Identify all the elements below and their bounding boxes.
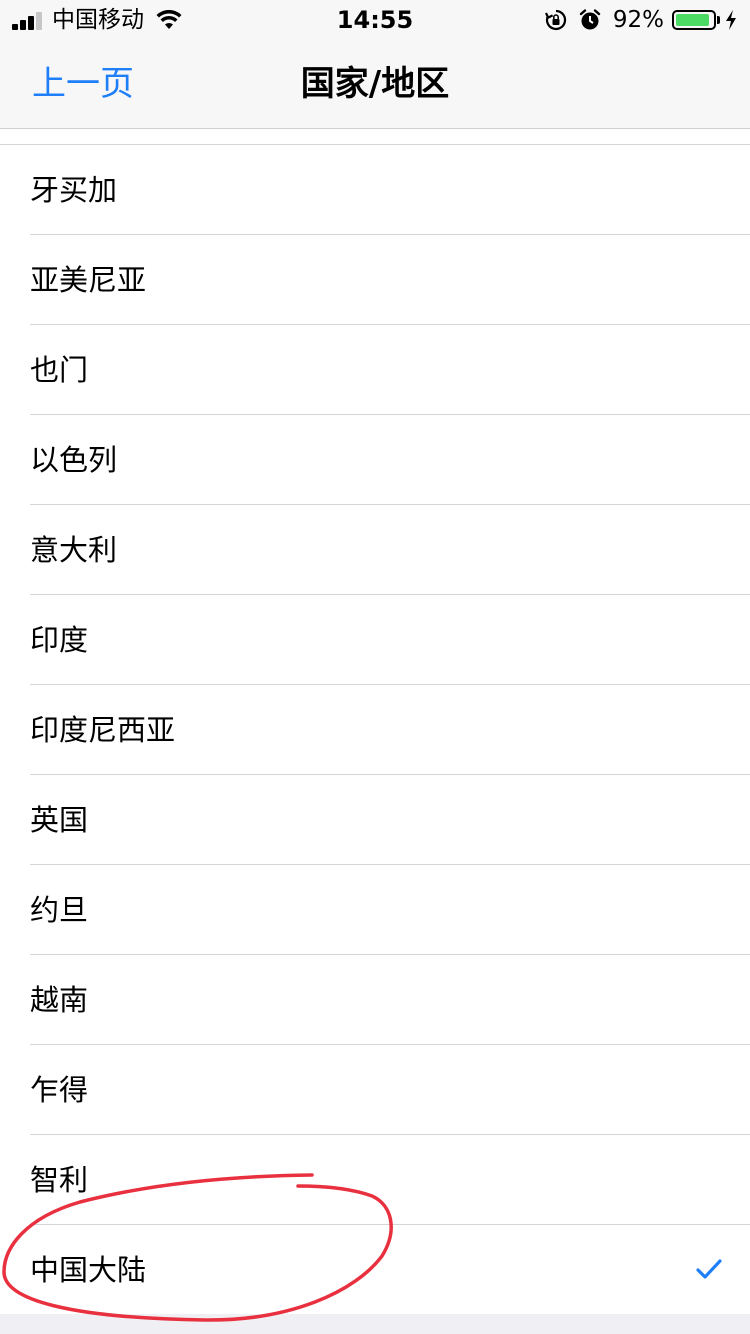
country-name: 亚美尼亚 (30, 263, 147, 297)
country-name: 意大利 (30, 533, 118, 567)
country-row[interactable]: 亚美尼亚 (0, 235, 750, 325)
battery-percent: 92% (612, 7, 664, 33)
country-row[interactable]: 乍得 (0, 1045, 750, 1135)
country-name: 印度 (30, 623, 89, 657)
country-row[interactable]: 智利 (0, 1135, 750, 1225)
navigation-bar: 上一页 国家/地区 (0, 40, 750, 128)
alarm-icon (579, 9, 601, 30)
country-list: 牙买加亚美尼亚也门以色列意大利印度印度尼西亚英国约旦越南乍得智利中国大陆 (0, 144, 750, 1315)
country-name: 印度尼西亚 (30, 713, 176, 747)
country-name: 牙买加 (30, 173, 118, 207)
country-row[interactable]: 英国 (0, 775, 750, 865)
page-title: 国家/地区 (300, 64, 450, 104)
country-name: 约旦 (30, 893, 89, 927)
country-name: 以色列 (30, 443, 118, 477)
checkmark-icon (696, 1259, 722, 1279)
country-name: 也门 (30, 353, 89, 387)
status-right: 92% (544, 6, 738, 34)
country-name: 乍得 (30, 1073, 89, 1107)
country-row[interactable]: 意大利 (0, 505, 750, 595)
country-row[interactable]: 印度尼西亚 (0, 685, 750, 775)
country-row[interactable]: 印度 (0, 595, 750, 685)
battery-icon (672, 10, 720, 30)
country-row[interactable]: 越南 (0, 955, 750, 1045)
status-bar: 中国移动 14:55 92% (0, 0, 750, 40)
country-row[interactable]: 也门 (0, 325, 750, 415)
header-area: 中国移动 14:55 92% 上一页 国家/地区 (0, 0, 750, 129)
charging-bolt-icon (726, 10, 736, 30)
country-row[interactable]: 牙买加 (0, 145, 750, 235)
country-row[interactable]: 约旦 (0, 865, 750, 955)
country-name: 英国 (30, 803, 89, 837)
list-footer-background (0, 1314, 750, 1334)
country-name: 越南 (30, 983, 89, 1017)
country-name: 中国大陆 (30, 1253, 147, 1287)
country-row[interactable]: 以色列 (0, 415, 750, 505)
country-name: 智利 (30, 1163, 89, 1197)
country-row[interactable]: 中国大陆 (0, 1225, 750, 1315)
orientation-lock-icon (544, 9, 566, 31)
